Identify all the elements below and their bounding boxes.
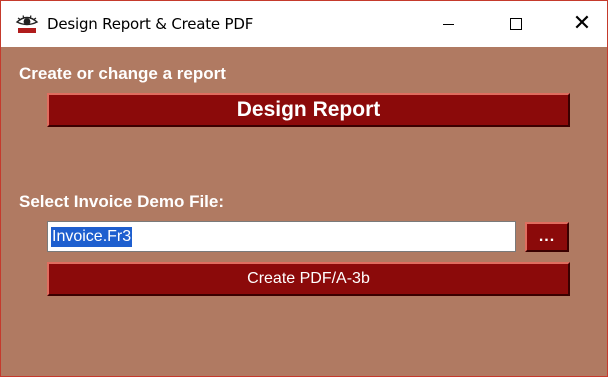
design-report-button[interactable]: Design Report: [47, 93, 570, 127]
close-button[interactable]: ✕: [559, 1, 605, 47]
maximize-icon: [510, 18, 522, 30]
app-window: Design Report & Create PDF ✕ Create or c…: [0, 0, 608, 377]
maximize-button[interactable]: [493, 1, 539, 47]
browse-file-button[interactable]: ...: [525, 222, 569, 252]
invoice-file-value: Invoice.Fr3: [51, 226, 133, 247]
title-bar[interactable]: Design Report & Create PDF ✕: [1, 1, 607, 47]
invoice-file-label: Select Invoice Demo File:: [19, 192, 225, 211]
create-pdf-button[interactable]: Create PDF/A-3b: [47, 262, 570, 296]
report-section-label: Create or change a report: [19, 64, 226, 83]
window-title: Design Report & Create PDF: [47, 15, 254, 33]
minimize-icon: [442, 23, 454, 25]
close-icon: ✕: [572, 11, 592, 36]
invoice-file-input[interactable]: Invoice.Fr3: [47, 221, 516, 252]
client-area: Create or change a report Design Report …: [1, 47, 607, 376]
eye-logo-icon: [15, 13, 39, 35]
minimize-button[interactable]: [425, 1, 471, 47]
